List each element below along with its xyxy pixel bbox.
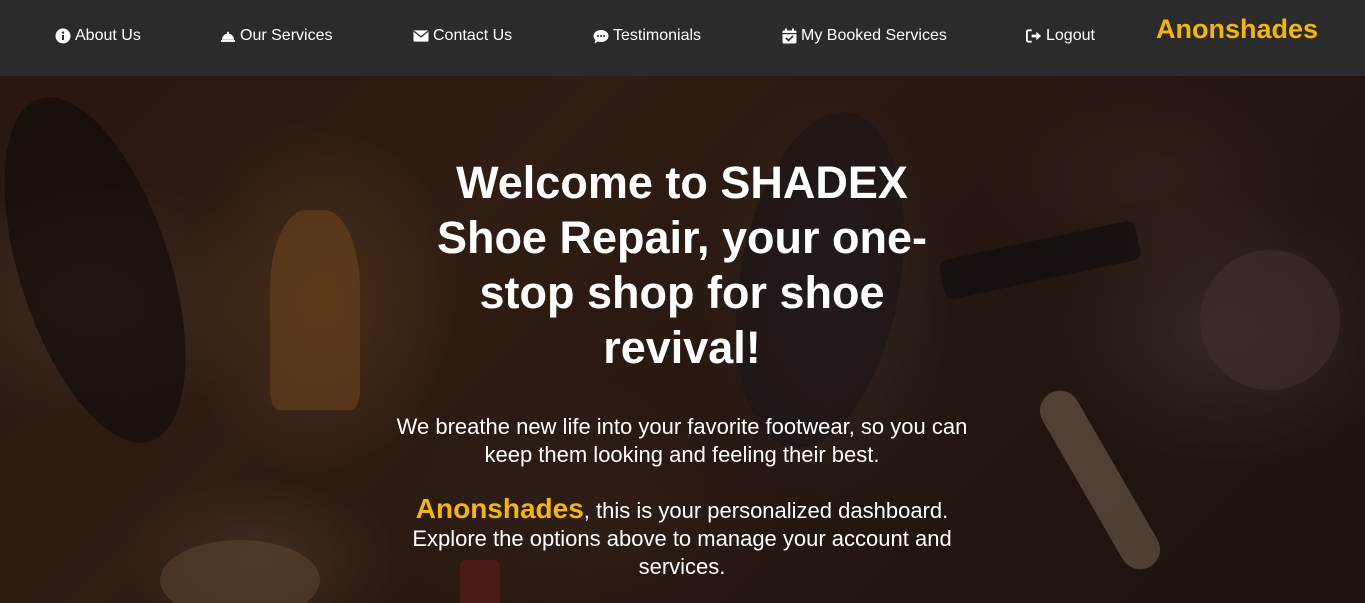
page: About Us Our Services Contact Us Testimo… [0, 0, 1365, 603]
nav-contact-us-label: Contact Us [433, 27, 513, 44]
nav-logout-label: Logout [1046, 27, 1095, 44]
top-navbar: About Us Our Services Contact Us Testimo… [0, 0, 1365, 76]
sign-out-icon [1026, 28, 1042, 44]
hero-title: Welcome to SHADEX Shoe Repair, your one-… [436, 157, 928, 373]
nav-our-services-label: Our Services [240, 27, 333, 44]
nav-contact-us[interactable]: Contact Us [413, 26, 512, 46]
nav-testimonials-label: Testimonials [613, 27, 702, 44]
dashboard-user-name: Anonshades [415, 493, 584, 524]
comment-icon [593, 28, 609, 44]
calendar-check-icon [781, 28, 797, 44]
nav-about-us[interactable]: About Us [55, 26, 141, 46]
nav-testimonials[interactable]: Testimonials [593, 26, 701, 46]
service-bell-icon [220, 28, 236, 44]
nav-logout[interactable]: Logout [1026, 26, 1095, 46]
nav-my-booked-services-label: My Booked Services [801, 27, 947, 44]
dashboard-message: Anonshades, this is your personalized da… [382, 495, 982, 581]
envelope-icon [413, 28, 429, 44]
brand-username: Anonshades [1156, 14, 1319, 44]
nav-our-services[interactable]: Our Services [220, 26, 332, 46]
hero-section: Welcome to SHADEX Shoe Repair, your one-… [382, 155, 982, 581]
nav-about-us-label: About Us [75, 27, 141, 44]
nav-my-booked-services[interactable]: My Booked Services [781, 26, 947, 46]
info-icon [55, 28, 71, 44]
hero-tagline: We breathe new life into your favorite f… [396, 414, 968, 467]
